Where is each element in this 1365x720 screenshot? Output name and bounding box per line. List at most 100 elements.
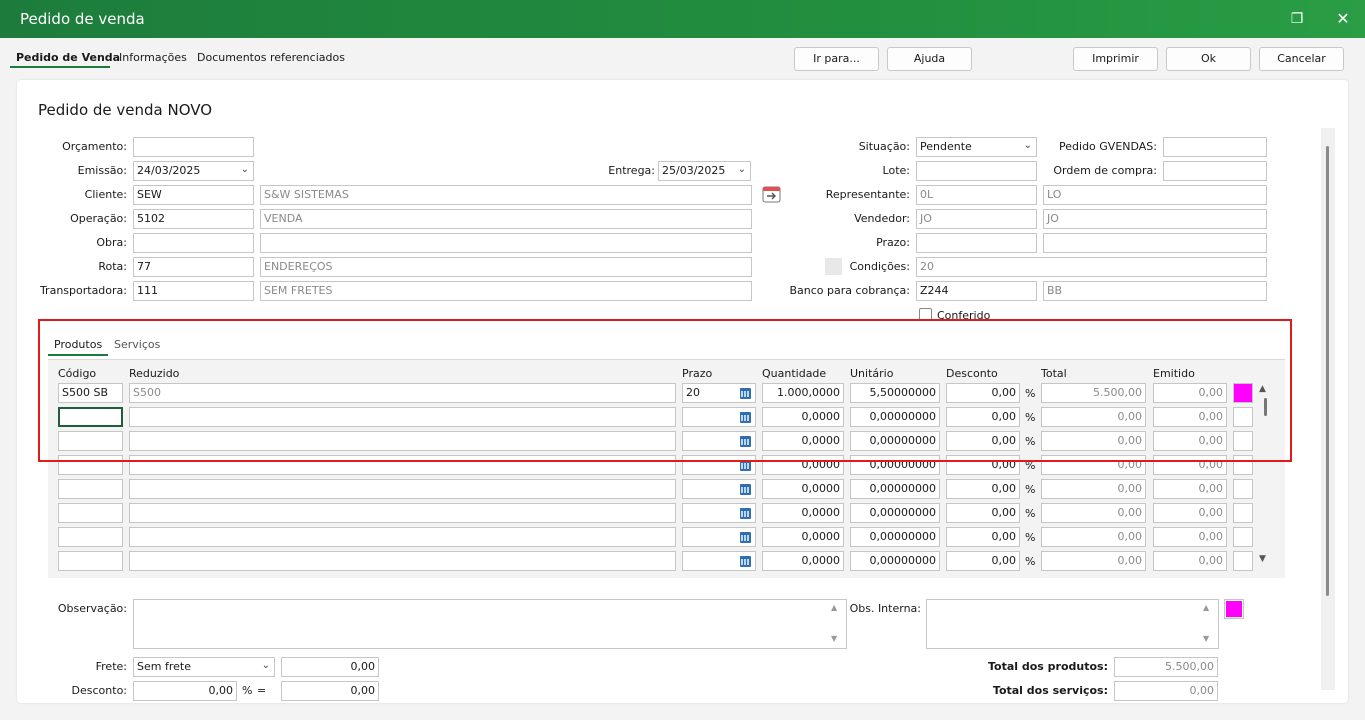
rota-code-field[interactable]: 77 <box>133 257 254 277</box>
color-swatch[interactable] <box>1233 479 1253 499</box>
emitido-cell[interactable]: 0,00 <box>1153 479 1227 499</box>
cliente-label: Cliente: <box>84 188 127 201</box>
close-icon[interactable]: ✕ <box>1332 8 1354 30</box>
prazo-cell[interactable] <box>682 527 756 547</box>
calendar-icon[interactable] <box>740 532 751 543</box>
representante-code-field[interactable]: 0L <box>916 185 1037 205</box>
obs-interna-scroll-down-icon[interactable]: ▼ <box>1203 634 1209 643</box>
desconto-cell[interactable]: 0,00 <box>946 551 1020 571</box>
desconto-cell[interactable]: 0,00 <box>946 527 1020 547</box>
title-bar: Pedido de venda ❐ ✕ <box>0 0 1365 38</box>
desconto-cell[interactable]: 0,00 <box>946 503 1020 523</box>
ir-para-button[interactable]: Ir para... <box>794 47 879 71</box>
operacao-code-field[interactable]: 5102 <box>133 209 254 229</box>
reduzido-cell[interactable] <box>129 527 676 547</box>
representante-label: Representante: <box>825 188 910 201</box>
orcamento-label: Orçamento: <box>62 140 127 153</box>
lote-field[interactable] <box>916 161 1037 181</box>
prazo-cell[interactable] <box>682 551 756 571</box>
prazo-code-field[interactable] <box>916 233 1037 253</box>
grid-scroll-down-icon[interactable]: ▼ <box>1259 554 1266 564</box>
observacao-textarea[interactable] <box>133 599 847 649</box>
transportadora-code-field[interactable]: 111 <box>133 281 254 301</box>
tab-pedido-de-venda[interactable]: Pedido de Venda <box>16 51 120 64</box>
emitido-cell[interactable]: 0,00 <box>1153 551 1227 571</box>
cancelar-button[interactable]: Cancelar <box>1259 47 1344 71</box>
pedido-gvendas-field[interactable] <box>1163 137 1267 157</box>
vendedor-code-field[interactable]: JO <box>916 209 1037 229</box>
desconto-percent-sign: % <box>242 684 253 697</box>
condicoes-field[interactable]: 20 <box>916 257 1267 277</box>
desconto-equals-sign: = <box>257 684 267 697</box>
obs-interna-textarea[interactable] <box>926 599 1219 649</box>
obra-code-field[interactable] <box>133 233 254 253</box>
obs-color-swatch[interactable] <box>1224 599 1244 619</box>
emissao-date-picker[interactable]: 24/03/2025 ⌄ <box>133 161 254 181</box>
total-cell[interactable]: 0,00 <box>1041 551 1146 571</box>
frete-select[interactable]: Sem frete ⌄ <box>133 657 275 677</box>
prazo-cell[interactable] <box>682 503 756 523</box>
unitario-cell[interactable]: 0,00000000 <box>850 527 940 547</box>
pedido-gvendas-label: Pedido GVENDAS: <box>1059 140 1157 153</box>
codigo-cell[interactable] <box>58 527 123 547</box>
color-swatch[interactable] <box>1233 503 1253 523</box>
emitido-cell[interactable]: 0,00 <box>1153 503 1227 523</box>
entrega-date-picker[interactable]: 25/03/2025 ⌄ <box>658 161 751 181</box>
cliente-code-field[interactable]: SEW <box>133 185 254 205</box>
chevron-down-icon[interactable]: ⌄ <box>262 660 270 671</box>
magenta-color-fill <box>1226 601 1242 617</box>
obs-interna-scroll-up-icon[interactable]: ▲ <box>1203 603 1209 612</box>
situacao-select[interactable]: Pendente ⌄ <box>916 137 1037 157</box>
unitario-cell[interactable]: 0,00000000 <box>850 479 940 499</box>
calendar-icon[interactable] <box>740 508 751 519</box>
emitido-cell[interactable]: 0,00 <box>1153 527 1227 547</box>
chevron-down-icon[interactable]: ⌄ <box>738 164 746 175</box>
total-cell[interactable]: 0,00 <box>1041 503 1146 523</box>
rota-label: Rota: <box>98 260 127 273</box>
obra-label: Obra: <box>96 236 127 249</box>
restore-icon[interactable]: ❐ <box>1286 8 1308 30</box>
reduzido-cell[interactable] <box>129 479 676 499</box>
orcamento-field[interactable] <box>133 137 254 157</box>
ajuda-button[interactable]: Ajuda <box>887 47 972 71</box>
total-cell[interactable]: 0,00 <box>1041 479 1146 499</box>
percent-sign: % <box>1025 507 1036 520</box>
codigo-cell[interactable] <box>58 479 123 499</box>
observacao-scroll-up-icon[interactable]: ▲ <box>831 603 837 612</box>
panel-scroll-thumb[interactable] <box>1326 146 1329 596</box>
ok-button[interactable]: Ok <box>1166 47 1251 71</box>
frete-amount-field[interactable]: 0,00 <box>281 657 379 677</box>
color-swatch[interactable] <box>1233 551 1253 571</box>
desconto-value-field[interactable]: 0,00 <box>133 681 237 701</box>
quantidade-cell[interactable]: 0,0000 <box>762 527 844 547</box>
imprimir-button[interactable]: Imprimir <box>1073 47 1158 71</box>
tab-informacoes[interactable]: Informações <box>119 51 187 64</box>
banco-code-field[interactable]: Z244 <box>916 281 1037 301</box>
desconto-cell[interactable]: 0,00 <box>946 479 1020 499</box>
operacao-label: Operação: <box>70 212 127 225</box>
calendar-transfer-icon[interactable] <box>762 184 782 204</box>
ordem-compra-field[interactable] <box>1163 161 1267 181</box>
color-swatch[interactable] <box>1233 527 1253 547</box>
prazo-cell[interactable] <box>682 479 756 499</box>
reduzido-cell[interactable] <box>129 503 676 523</box>
chevron-down-icon[interactable]: ⌄ <box>241 164 249 175</box>
cliente-name-field: S&W SISTEMAS <box>260 185 752 205</box>
tab-documentos-referenciados[interactable]: Documentos referenciados <box>197 51 345 64</box>
quantidade-cell[interactable]: 0,0000 <box>762 503 844 523</box>
percent-sign: % <box>1025 531 1036 544</box>
total-cell[interactable]: 0,00 <box>1041 527 1146 547</box>
unitario-cell[interactable]: 0,00000000 <box>850 551 940 571</box>
codigo-cell[interactable] <box>58 503 123 523</box>
calendar-icon[interactable] <box>740 556 751 567</box>
quantidade-cell[interactable]: 0,0000 <box>762 551 844 571</box>
observacao-scroll-down-icon[interactable]: ▼ <box>831 634 837 643</box>
transportadora-name-field: SEM FRETES <box>260 281 752 301</box>
calendar-icon[interactable] <box>740 484 751 495</box>
quantidade-cell[interactable]: 0,0000 <box>762 479 844 499</box>
desconto-amount-field[interactable]: 0,00 <box>281 681 379 701</box>
codigo-cell[interactable] <box>58 551 123 571</box>
unitario-cell[interactable]: 0,00000000 <box>850 503 940 523</box>
reduzido-cell[interactable] <box>129 551 676 571</box>
chevron-down-icon[interactable]: ⌄ <box>1024 140 1032 151</box>
